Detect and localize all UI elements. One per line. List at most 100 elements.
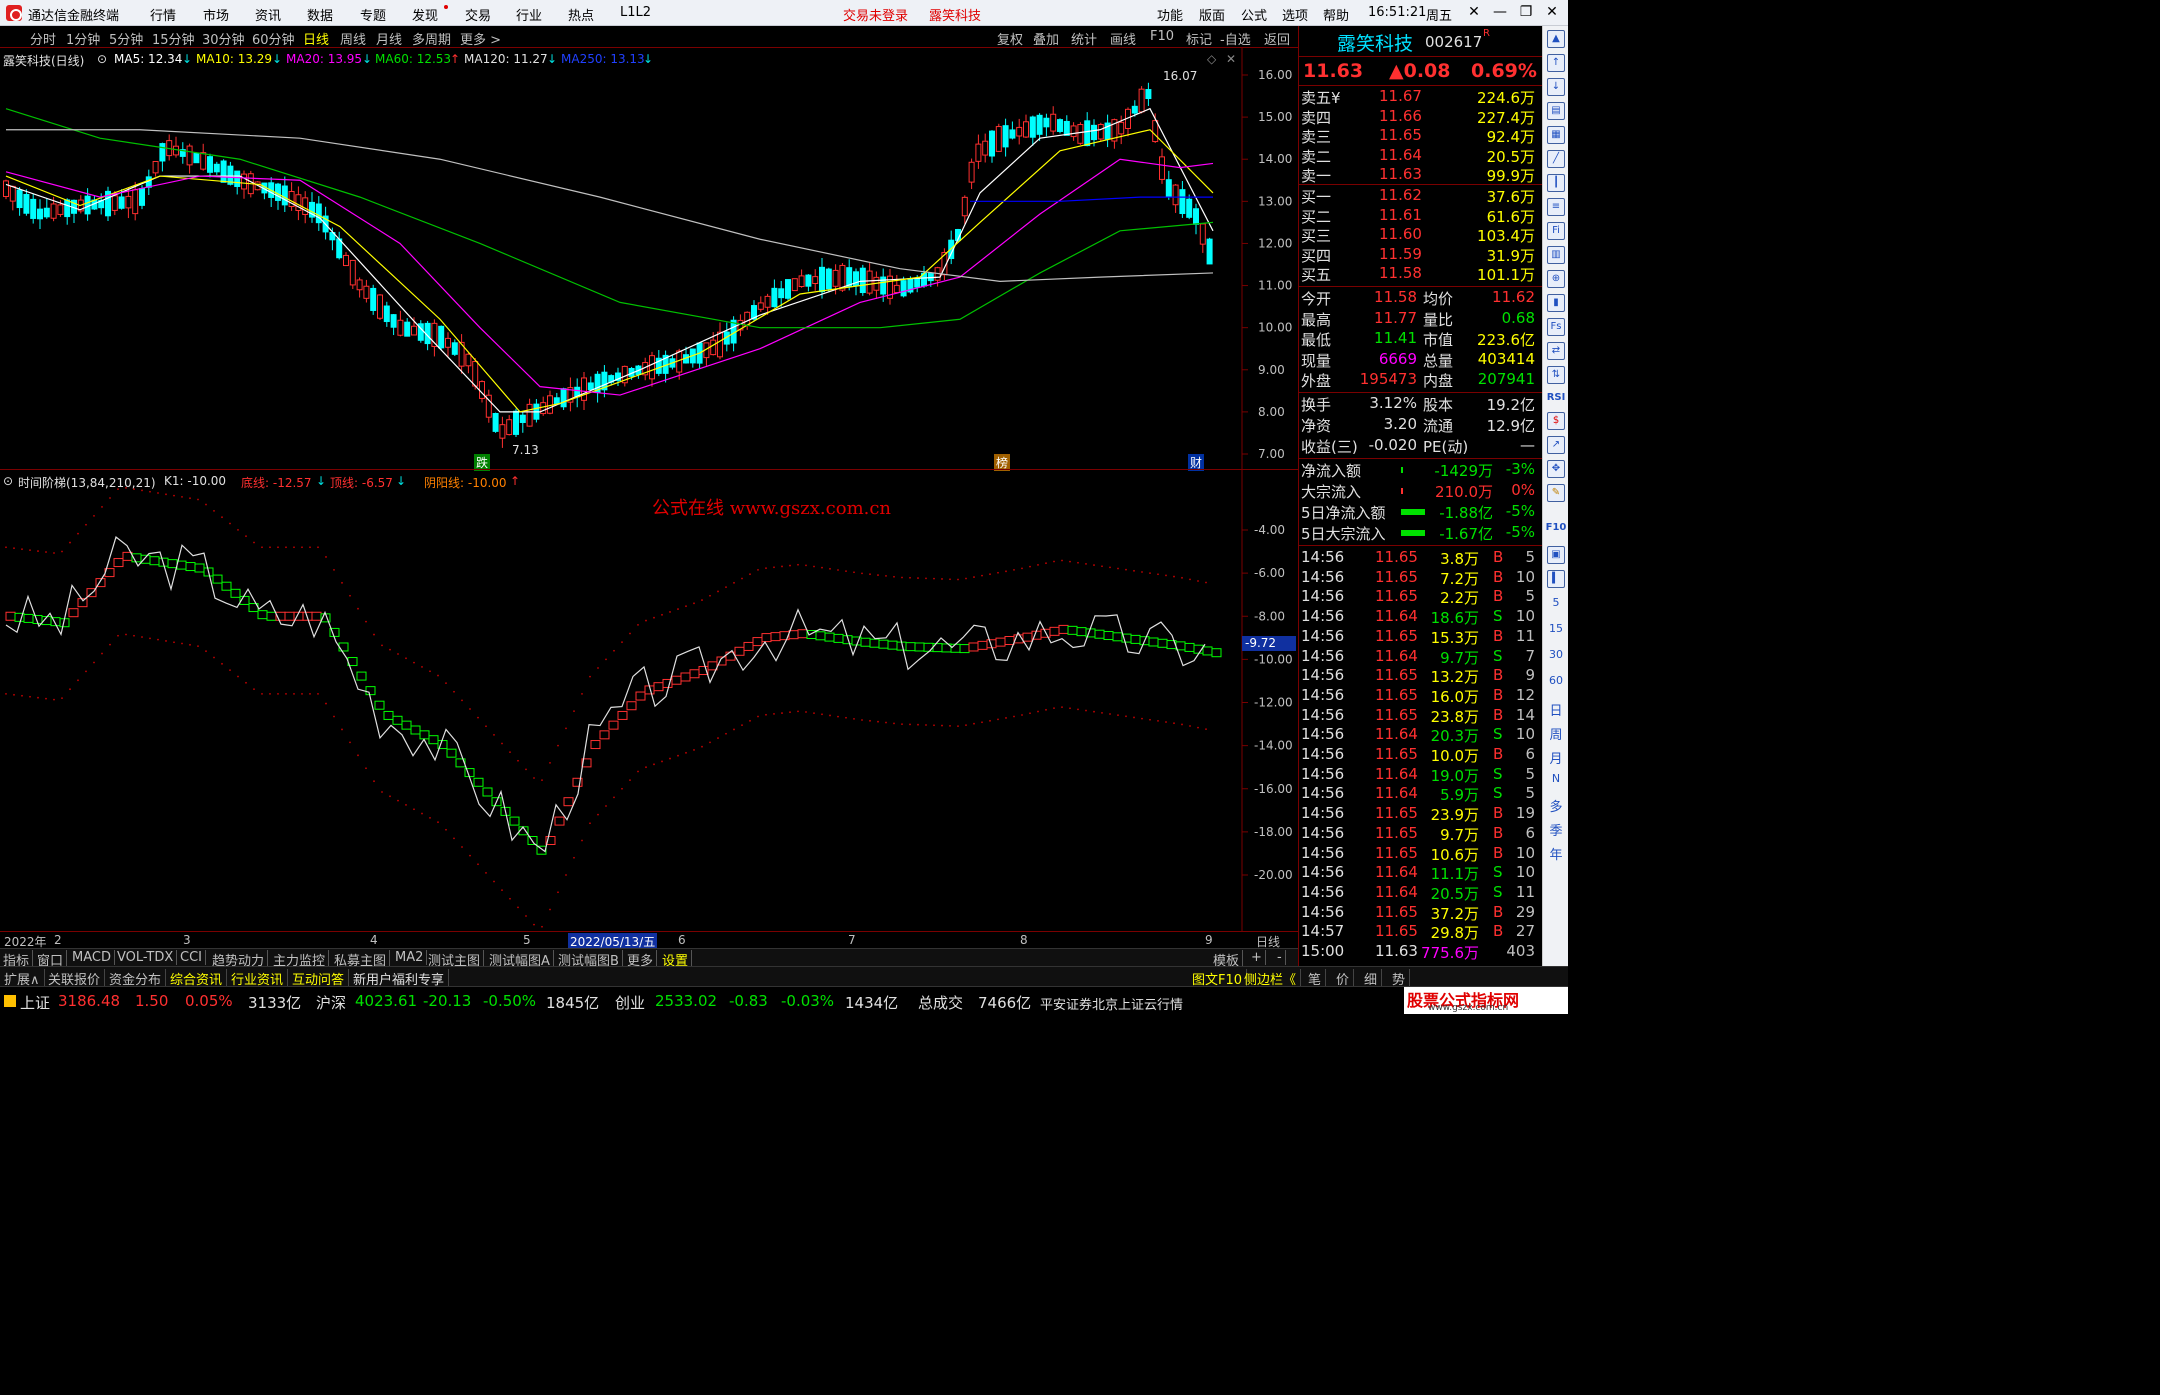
down-icon[interactable]: ↓ [1547, 78, 1565, 96]
tab-macd[interactable]: MACD [69, 950, 115, 965]
bottom-band-dot [389, 795, 391, 798]
up-icon[interactable]: ↑ [1547, 54, 1565, 72]
kline-chart[interactable]: 露笑科技(日线) ⊙ MA5: 12.34 ↓ MA10: 13.29 ↓ MA… [0, 48, 1298, 471]
period-multi[interactable]: 多周期 [412, 29, 451, 48]
kline-icon[interactable]: ┃ [1547, 174, 1565, 192]
table-icon[interactable]: ▦ [1547, 126, 1565, 144]
period-day-side[interactable]: 日 [1543, 700, 1569, 719]
tool-back[interactable]: 返回 [1264, 29, 1290, 48]
plus-button[interactable]: + [1248, 950, 1266, 965]
fs-icon[interactable]: Fs [1547, 318, 1565, 336]
hs-name[interactable]: 沪深 [316, 992, 346, 1013]
sh-name[interactable]: 上证 [20, 992, 50, 1013]
pencil-icon[interactable]: ✎ [1547, 484, 1565, 502]
period-more[interactable]: 更多 > [460, 29, 501, 48]
close-window-icon[interactable]: ✕ [1541, 4, 1563, 20]
pin-icon[interactable]: ▲ [1547, 30, 1565, 48]
tool-mark[interactable]: 标记 [1186, 29, 1212, 48]
period-30[interactable]: 30 [1543, 648, 1569, 661]
close-x-icon[interactable]: ✕ [1463, 4, 1485, 20]
top-band-dot [1093, 564, 1095, 566]
list-icon[interactable]: ≡ [1547, 198, 1565, 216]
menu-news[interactable]: 资讯 [255, 5, 281, 24]
tool-draw[interactable]: 画线 [1110, 29, 1136, 48]
period-quarter-side[interactable]: 季 [1543, 820, 1569, 839]
move-icon[interactable]: ✥ [1547, 460, 1565, 478]
calc-icon[interactable]: ▣ [1547, 546, 1565, 564]
period-week[interactable]: 周线 [340, 29, 366, 48]
restore-icon[interactable]: ❐ [1515, 4, 1537, 20]
menu-discover[interactable]: 发现 [412, 5, 438, 24]
shield-icon[interactable]: $ [1547, 412, 1565, 430]
f10-side-button[interactable]: F10 [1543, 522, 1569, 533]
period-month[interactable]: 月线 [376, 29, 402, 48]
menu-help[interactable]: 帮助 [1323, 5, 1349, 24]
menu-function[interactable]: 功能 [1157, 5, 1183, 24]
bottom-band-dot [69, 688, 71, 691]
tick-side: B [1493, 666, 1504, 685]
tool-stats[interactable]: 统计 [1071, 29, 1097, 48]
menu-layout[interactable]: 版面 [1199, 5, 1225, 24]
menu-options[interactable]: 选项 [1282, 5, 1308, 24]
period-60[interactable]: 60 [1543, 674, 1569, 687]
period-5min[interactable]: 5分钟 [109, 29, 143, 48]
app-logo-icon [6, 5, 22, 21]
tool-f10[interactable]: F10 [1150, 29, 1174, 44]
menu-hot[interactable]: 热点 [568, 5, 594, 24]
bottom-band-dot [1205, 728, 1207, 731]
line-chart-icon[interactable]: ╱ [1547, 150, 1565, 168]
tool-watchlist[interactable]: -自选 [1220, 29, 1251, 48]
sort-icon[interactable]: ⇅ [1547, 366, 1565, 384]
bar-icon[interactable]: ▮ [1547, 294, 1565, 312]
tab-cci[interactable]: CCI [177, 950, 206, 965]
menu-l1l2[interactable]: L1L2 [620, 5, 651, 20]
minus-button[interactable]: - [1274, 950, 1286, 965]
fin-icon[interactable]: Fi [1547, 222, 1565, 240]
period-15[interactable]: 15 [1543, 622, 1569, 635]
bottom-band-dot [901, 723, 903, 726]
menu-hq[interactable]: 行情 [150, 5, 176, 24]
menu-industry[interactable]: 行业 [516, 5, 542, 24]
bottom-band-dot [125, 633, 127, 636]
tab-vol[interactable]: VOL-TDX [114, 950, 178, 965]
period-day[interactable]: 日线 [303, 29, 329, 48]
tab-ma2[interactable]: MA2 [392, 950, 428, 965]
period-multi-side[interactable]: 多 [1543, 796, 1569, 815]
tick-volume: 19.0万 [1430, 766, 1479, 785]
step-block [869, 638, 880, 648]
candle-body [1009, 129, 1016, 139]
menu-market[interactable]: 市场 [203, 5, 229, 24]
candle-body [744, 311, 751, 326]
period-5[interactable]: 5 [1543, 596, 1569, 609]
grid-icon[interactable]: ▥ [1547, 246, 1565, 264]
period-30min[interactable]: 30分钟 [202, 29, 245, 48]
indicator-chart[interactable]: ⊙ 时间阶梯(13,84,210,21) K1: -10.00 底线: -12.… [0, 470, 1298, 932]
chart-up-icon[interactable]: ↗ [1547, 436, 1565, 454]
bars-icon[interactable]: ▍ [1547, 570, 1565, 588]
cy-name[interactable]: 创业 [615, 992, 645, 1013]
step-block [194, 563, 205, 573]
period-15min[interactable]: 15分钟 [152, 29, 195, 48]
menu-formula[interactable]: 公式 [1241, 5, 1267, 24]
menu-trade[interactable]: 交易 [465, 5, 491, 24]
doc-icon[interactable]: ▤ [1547, 102, 1565, 120]
period-fenshi[interactable]: 分时 [30, 29, 56, 48]
period-n-side[interactable]: N [1543, 772, 1569, 785]
menu-data[interactable]: 数据 [307, 5, 333, 24]
period-1min[interactable]: 1分钟 [66, 29, 100, 48]
period-week-side[interactable]: 周 [1543, 724, 1569, 743]
compare-icon[interactable]: ⇄ [1547, 342, 1565, 360]
menu-topic[interactable]: 专题 [360, 5, 386, 24]
tool-overlay[interactable]: 叠加 [1033, 29, 1059, 48]
tool-fuquan[interactable]: 复权 [997, 29, 1023, 48]
minimize-icon[interactable]: — [1489, 4, 1511, 20]
bottom-band-dot [693, 749, 695, 751]
period-60min[interactable]: 60分钟 [252, 29, 295, 48]
zoom-icon[interactable]: ⊕ [1547, 270, 1565, 288]
step-block [608, 720, 619, 730]
login-status[interactable]: 交易未登录 [843, 5, 908, 24]
tick-time: 14:56 [1301, 725, 1345, 744]
period-month-side[interactable]: 月 [1543, 748, 1569, 767]
period-year-side[interactable]: 年 [1543, 844, 1569, 863]
rsi-button[interactable]: RSI [1543, 392, 1569, 403]
